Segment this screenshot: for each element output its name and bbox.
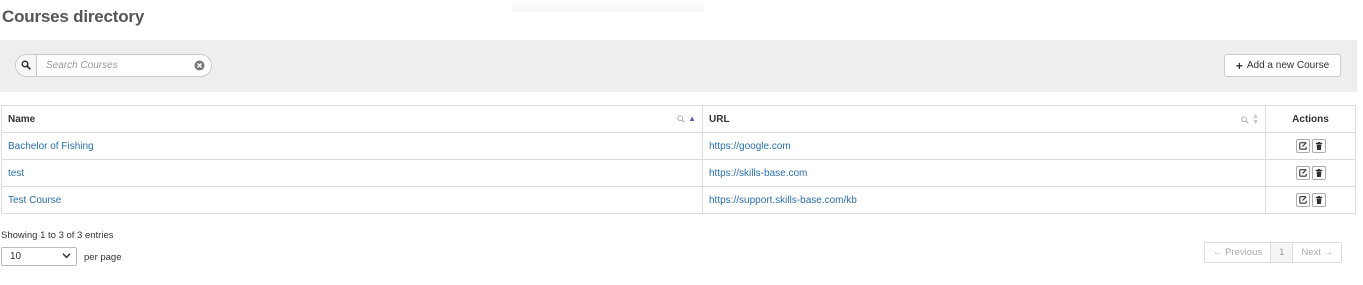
page-title: Courses directory <box>2 7 145 26</box>
table-info: Showing 1 to 3 of 3 entries <box>1 230 114 241</box>
course-name-link[interactable]: test <box>8 168 24 179</box>
courses-table: Name ▲ URL ▲ ▼ Actions Bachelor of Fishi… <box>1 105 1356 214</box>
page-1-button[interactable]: 1 <box>1270 243 1293 262</box>
trash-icon <box>1315 196 1322 204</box>
column-header-actions: Actions <box>1265 105 1356 133</box>
clear-search-icon[interactable] <box>194 60 205 71</box>
page-length-select[interactable]: 10 <box>1 247 77 266</box>
search-icon[interactable] <box>16 55 37 76</box>
course-name-link[interactable]: Bachelor of Fishing <box>8 141 94 152</box>
table-row: Bachelor of Fishing https://google.com <box>1 132 1356 160</box>
column-header-url[interactable]: URL ▲ ▼ <box>702 105 1266 133</box>
previous-page-button[interactable]: ← Previous <box>1205 243 1271 262</box>
column-label-actions: Actions <box>1292 113 1329 125</box>
column-search-icon[interactable] <box>1241 116 1249 124</box>
table-row: test https://skills-base.com <box>1 159 1356 187</box>
top-bar-fragment <box>512 0 704 12</box>
add-course-label: Add a new Course <box>1246 60 1330 71</box>
search-group <box>15 54 212 77</box>
delete-button[interactable] <box>1311 193 1326 207</box>
column-search-icon[interactable] <box>677 114 685 123</box>
edit-button[interactable] <box>1295 193 1310 207</box>
column-header-name[interactable]: Name ▲ <box>1 105 703 133</box>
edit-button[interactable] <box>1295 166 1310 180</box>
edit-icon <box>1298 169 1307 177</box>
trash-icon <box>1315 142 1322 150</box>
delete-button[interactable] <box>1311 166 1326 180</box>
course-url-link[interactable]: https://skills-base.com <box>709 168 807 179</box>
course-url-link[interactable]: https://google.com <box>709 141 791 152</box>
column-label-url: URL <box>709 113 730 125</box>
edit-icon <box>1298 196 1307 204</box>
per-page-label: per page <box>84 252 122 263</box>
edit-icon <box>1298 142 1307 150</box>
course-name-link[interactable]: Test Course <box>8 195 61 206</box>
plus-icon: + <box>1235 58 1243 73</box>
toolbar: + Add a new Course <box>0 40 1357 92</box>
pagination: ← Previous 1 Next → <box>1204 242 1343 263</box>
sort-asc-icon[interactable]: ▲ <box>688 114 696 123</box>
add-course-button[interactable]: + Add a new Course <box>1224 54 1341 77</box>
column-label-name: Name <box>8 113 36 125</box>
table-row: Test Course https://support.skills-base.… <box>1 186 1356 214</box>
course-url-link[interactable]: https://support.skills-base.com/kb <box>709 195 857 206</box>
search-input[interactable] <box>42 56 195 75</box>
next-page-button[interactable]: Next → <box>1292 243 1342 262</box>
trash-icon <box>1315 169 1322 177</box>
table-header-row: Name ▲ URL ▲ ▼ Actions <box>1 105 1356 133</box>
edit-button[interactable] <box>1295 139 1310 153</box>
sort-both-icon[interactable]: ▲ ▼ <box>1252 113 1259 126</box>
delete-button[interactable] <box>1311 139 1326 153</box>
